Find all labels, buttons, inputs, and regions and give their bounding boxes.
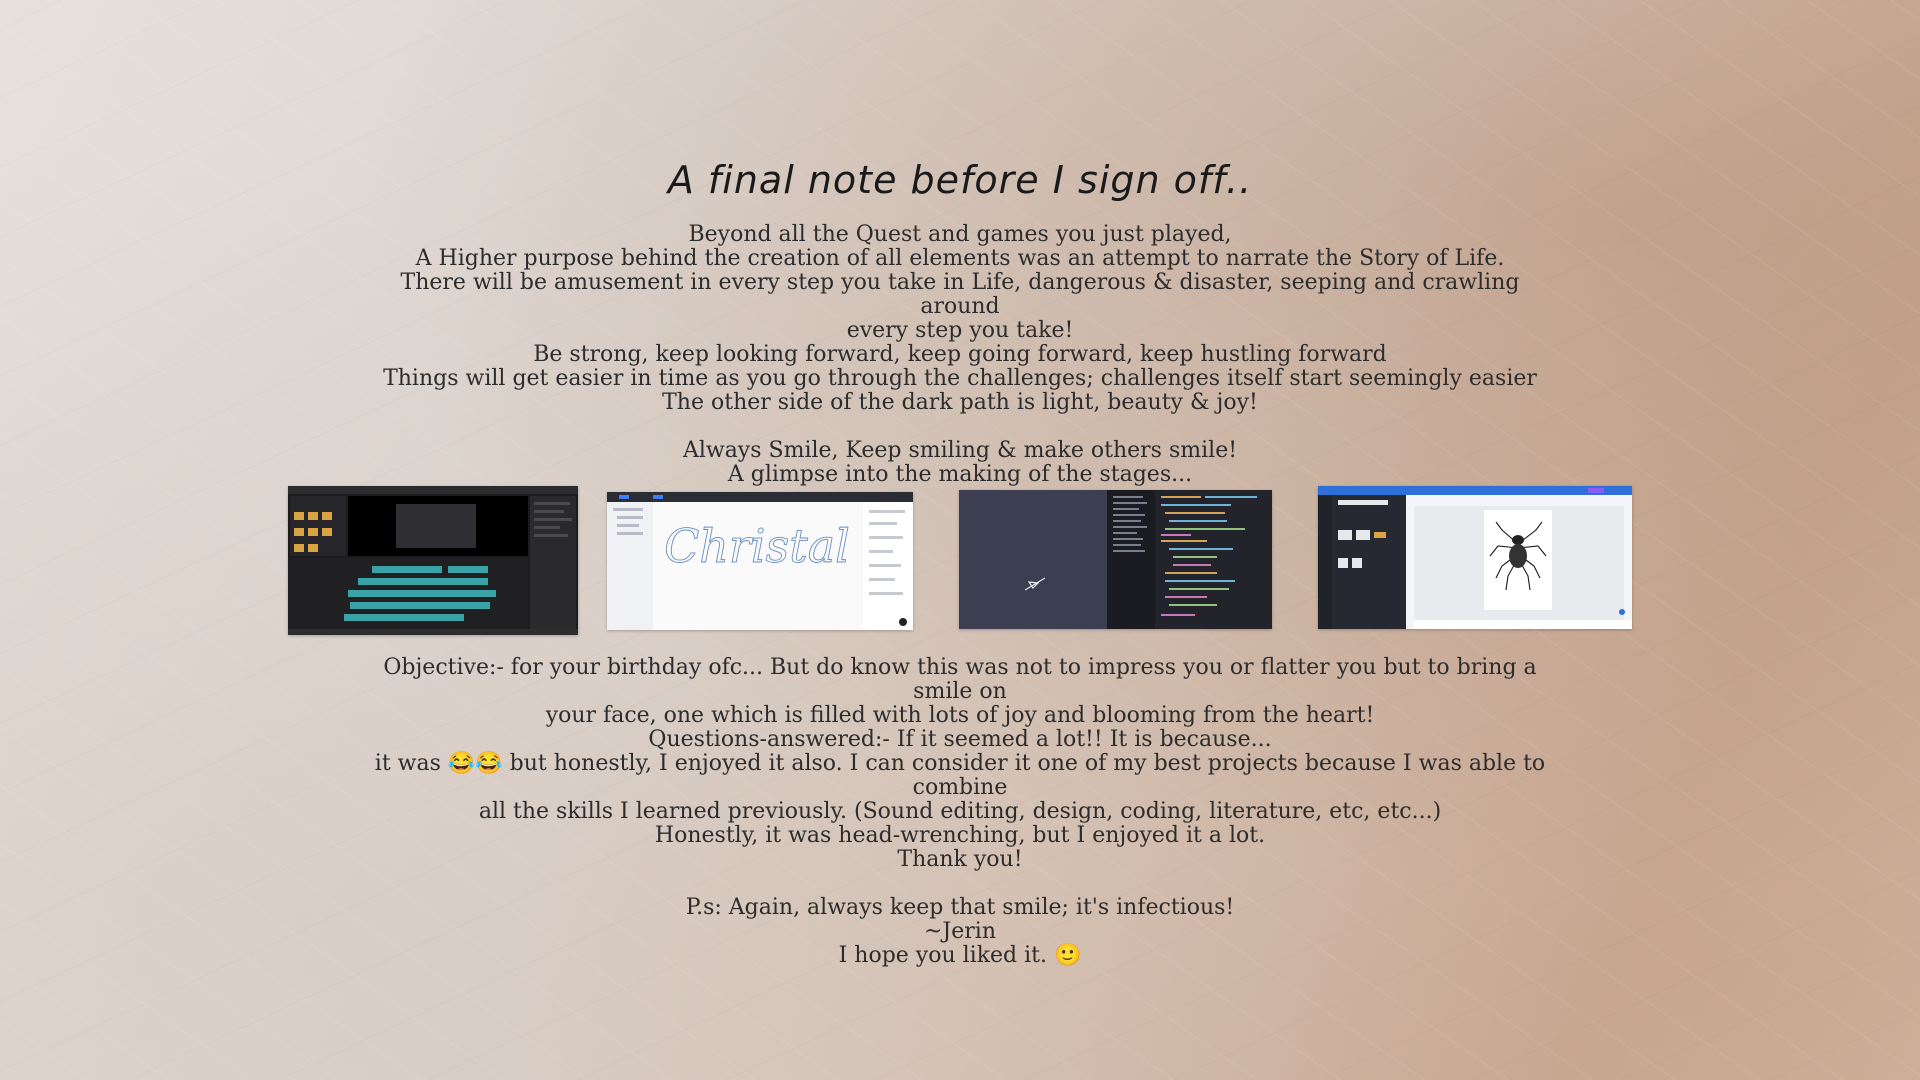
outro-paragraph: Objective:- for your birthday ofc... But… — [360, 656, 1560, 968]
outro-line: Objective:- for your birthday ofc... But… — [383, 655, 1537, 704]
outro-line: all the skills I learned previously. (So… — [478, 799, 1442, 824]
outro-line: Questions-answered:- If it seemed a lot!… — [648, 727, 1272, 752]
intro-line: Things will get easier in time as you go… — [383, 366, 1537, 391]
outro-line: P.s: Again, always keep that smile; it's… — [685, 895, 1235, 920]
making-of-gallery: Christal — [0, 485, 1920, 635]
line-spacer — [360, 872, 1560, 896]
intro-line: There will be amusement in every step yo… — [400, 270, 1520, 319]
page-title: A final note before I sign off.. — [667, 158, 1253, 202]
outro-line: it was 😂😂 but honestly, I enjoyed it als… — [374, 751, 1546, 800]
intro-line: The other side of the dark path is light… — [662, 390, 1258, 415]
video-editor-screenshot — [288, 486, 578, 635]
signature: ~Jerin — [924, 919, 996, 944]
intro-paragraph: Beyond all the Quest and games you just … — [360, 223, 1560, 487]
line-spacer — [360, 415, 1560, 439]
code-editor-screenshot — [959, 490, 1272, 629]
intro-line: Beyond all the Quest and games you just … — [688, 222, 1232, 247]
intro-line: A Higher purpose behind the creation of … — [415, 246, 1505, 271]
intro-line: Always Smile, Keep smiling & make others… — [682, 438, 1238, 463]
outro-line: Thank you! — [897, 847, 1023, 872]
outro-line: Honestly, it was head-wrenching, but I e… — [654, 823, 1266, 848]
font-design-screenshot: Christal — [607, 492, 913, 630]
spider-design-screenshot — [1318, 486, 1632, 629]
intro-line: every step you take! — [846, 318, 1074, 343]
intro-line: A glimpse into the making of the stages.… — [727, 462, 1193, 487]
christal-lettering: Christal — [664, 519, 850, 573]
intro-line: Be strong, keep looking forward, keep go… — [533, 342, 1387, 367]
outro-line: your face, one which is filled with lots… — [545, 703, 1375, 728]
closing-line: I hope you liked it. 🙂 — [838, 943, 1082, 968]
